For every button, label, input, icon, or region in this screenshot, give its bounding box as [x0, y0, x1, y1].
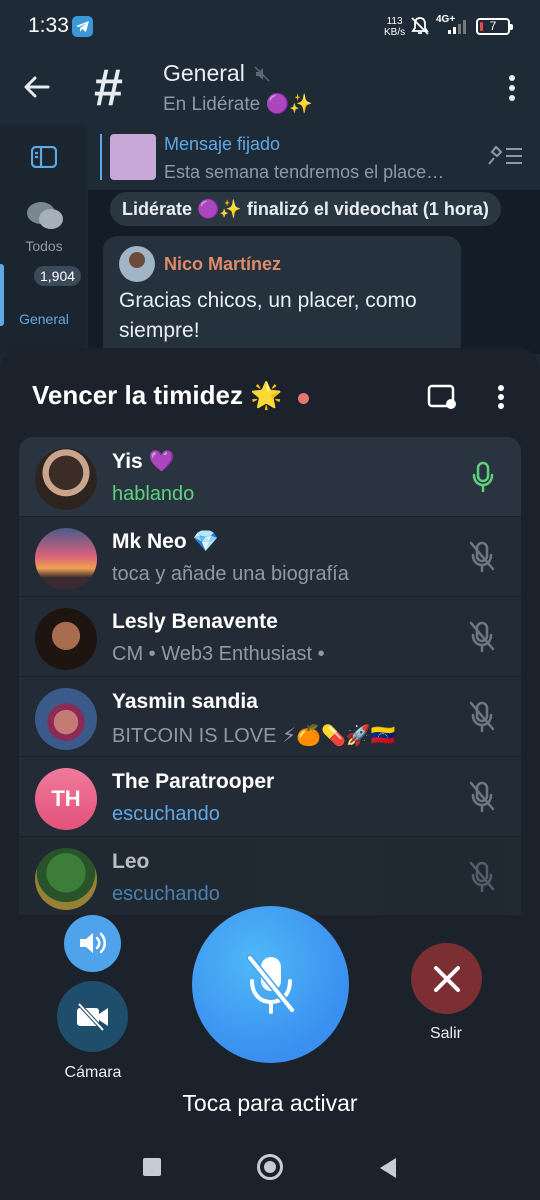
microphone-off-icon[interactable]	[469, 781, 495, 818]
network-speed-value: 113	[386, 16, 403, 27]
topics-sidebar: Todos 1,904 General	[0, 124, 86, 354]
message-bubble[interactable]: Nico Martínez Gracias chicos, un placer,…	[103, 236, 461, 366]
pinned-title: Mensaje fijado	[164, 134, 281, 154]
sidebar-panel-icon[interactable]	[30, 145, 58, 173]
participant-name: Leo	[112, 850, 150, 873]
participant-status: escuchando	[112, 803, 220, 825]
participant-status: escuchando	[112, 883, 220, 905]
channel-title[interactable]: General	[163, 60, 245, 87]
more-vertical-icon[interactable]	[508, 74, 516, 107]
avatar	[35, 608, 97, 670]
signal-icon	[448, 20, 470, 39]
network-speed-unit: KB/s	[384, 27, 406, 38]
bell-off-icon	[410, 16, 430, 41]
status-bar: 1:33 113 KB/s 4G+ 7	[0, 0, 540, 54]
participant-row[interactable]: Mk Neo 💎 toca y añade una biografía	[19, 517, 521, 596]
unmute-button[interactable]	[192, 906, 349, 1063]
hash-icon: #	[94, 59, 123, 117]
video-off-icon	[75, 1002, 111, 1037]
sidebar-item-todos[interactable]: Todos	[0, 238, 88, 254]
participant-row[interactable]: Leo escuchando	[19, 837, 521, 915]
unmute-label: Toca para activar	[182, 1090, 358, 1116]
service-message: Lidérate 🟣✨ finalizó el videochat (1 hor…	[110, 192, 501, 226]
voice-chat-title: Vencer la timidez 🌟	[32, 380, 283, 410]
participant-status: CM • Web3 Enthusiast •	[112, 643, 325, 665]
participant-name: Mk Neo 💎	[112, 530, 219, 553]
pinned-list-icon[interactable]	[488, 144, 524, 173]
pinned-accent-bar	[100, 134, 102, 180]
pinned-message-bar[interactable]: Mensaje fijado Esta semana tendremos el …	[88, 124, 540, 190]
unread-badge: 1,904	[34, 266, 82, 286]
sidebar-item-general[interactable]: General	[0, 311, 88, 327]
participant-status: BITCOIN IS LOVE ⚡🍊💊🚀🇻🇪	[112, 725, 396, 747]
avatar-initials: TH	[51, 786, 81, 811]
channel-subtitle: En Lidérate 🟣✨	[163, 94, 313, 115]
more-vertical-icon[interactable]	[497, 384, 505, 415]
battery-icon: 7	[476, 18, 513, 35]
microphone-icon[interactable]	[471, 461, 495, 498]
microphone-off-icon[interactable]	[469, 861, 495, 898]
avatar: TH	[35, 768, 97, 830]
microphone-off-icon	[246, 954, 296, 1021]
avatar	[35, 528, 97, 590]
speaker-icon	[78, 930, 108, 961]
microphone-off-icon[interactable]	[469, 541, 495, 578]
avatar	[35, 448, 97, 510]
participant-name: Yasmin sandia	[112, 690, 258, 713]
back-arrow-icon[interactable]	[22, 72, 52, 107]
home-icon[interactable]	[257, 1154, 283, 1180]
muted-icon	[254, 66, 270, 87]
telegram-notification-icon	[72, 16, 93, 37]
leave-button[interactable]	[411, 943, 482, 1014]
message-text: Gracias chicos, un placer, como siempre!	[119, 289, 417, 342]
clock: 1:33	[28, 14, 69, 37]
message-author[interactable]: Nico Martínez	[164, 254, 281, 275]
screen-share-icon[interactable]	[427, 384, 457, 415]
network-speed: 113 KB/s	[384, 16, 405, 38]
chat-header: # General En Lidérate 🟣✨	[0, 54, 540, 124]
speaker-button[interactable]	[64, 915, 121, 972]
participant-status: toca y añade una biografía	[112, 563, 349, 585]
recording-dot	[298, 393, 309, 404]
avatar	[35, 848, 97, 910]
leave-label: Salir	[429, 1025, 462, 1042]
camera-button[interactable]	[57, 981, 128, 1052]
avatar	[35, 688, 97, 750]
participant-name: Yis 💜	[112, 450, 175, 473]
participant-row[interactable]: Yis 💜 hablando	[19, 437, 521, 516]
pinned-text: Esta semana tendremos el place…	[164, 162, 445, 182]
participant-name: Lesly Benavente	[112, 610, 278, 633]
participant-status: hablando	[112, 483, 195, 505]
recents-icon[interactable]	[143, 1158, 161, 1176]
participant-name: The Paratrooper	[112, 770, 275, 793]
avatar[interactable]	[119, 246, 155, 282]
microphone-off-icon[interactable]	[469, 621, 495, 658]
participant-list[interactable]: Yis 💜 hablando Mk Neo 💎 toca y añade una…	[19, 437, 521, 915]
microphone-off-icon[interactable]	[469, 701, 495, 738]
battery-level: 7	[489, 19, 497, 33]
participant-row[interactable]: Yasmin sandia BITCOIN IS LOVE ⚡🍊💊🚀🇻🇪	[19, 677, 521, 756]
chats-icon[interactable]	[26, 200, 64, 237]
participant-row[interactable]: Lesly Benavente CM • Web3 Enthusiast •	[19, 597, 521, 676]
back-triangle-icon[interactable]	[378, 1156, 398, 1185]
close-icon	[433, 965, 461, 998]
participant-row[interactable]: TH The Paratrooper escuchando	[19, 757, 521, 836]
system-nav-bar	[0, 1140, 540, 1200]
pinned-thumbnail	[110, 134, 156, 180]
camera-label: Cámara	[64, 1064, 122, 1081]
